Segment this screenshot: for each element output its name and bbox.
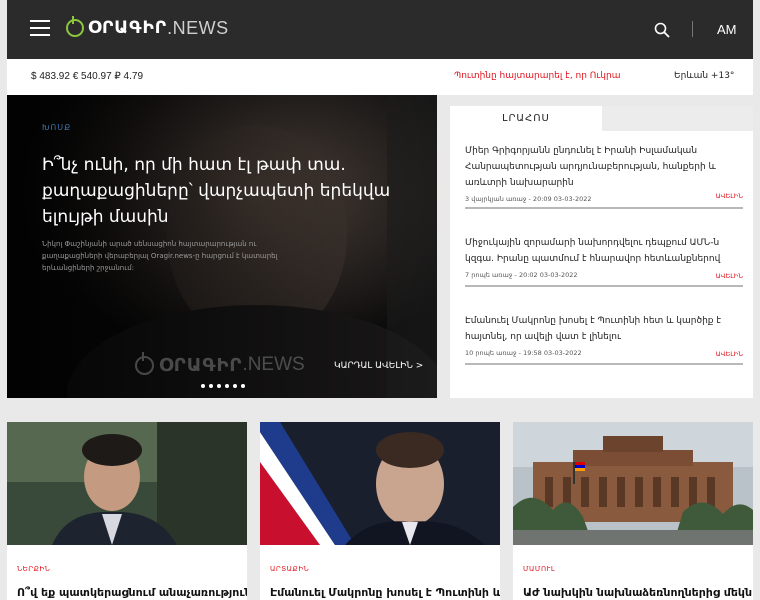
- read-more-link[interactable]: ԿԱՐԴԱԼ ԱՎԵԼԻՆ >: [334, 361, 423, 371]
- card-title[interactable]: Ո՞վ եք պատկերացնում անաչառությունը,: [17, 586, 247, 599]
- news-item-more[interactable]: ԱՎԵԼԻՆ: [716, 350, 743, 358]
- news-item-more[interactable]: ԱՎԵԼԻՆ: [716, 192, 743, 200]
- watermark-text: ՕՐԱԳԻՐ: [159, 354, 243, 376]
- card-image: [513, 422, 753, 545]
- card-image: [260, 422, 500, 545]
- tab-news-feed[interactable]: ԼՐԱՀՈՍ: [450, 106, 602, 131]
- card-image: [7, 422, 247, 545]
- item-divider: [465, 285, 743, 287]
- header-divider: [692, 21, 693, 37]
- hero-watermark: ՕՐԱԳԻՐ .NEWS: [135, 351, 305, 376]
- tab-bar-filler: [602, 106, 753, 131]
- weather: Երևան +13°: [674, 71, 735, 81]
- article-card[interactable]: ՆԵՐՔԻՆ Ո՞վ եք պատկերացնում անաչառություն…: [7, 422, 247, 600]
- exchange-rates: $ 483.92 € 540.97 ₽ 4.79: [31, 71, 144, 82]
- hero-slider[interactable]: ԽՈՍՔ Ի՞նչ ունի, որ մի հատ էլ թափ տա. քաղ…: [7, 95, 437, 398]
- list-item[interactable]: Էմանուել Մակրոնը խոսել է Պուտինի հետ և կ…: [465, 313, 743, 365]
- news-item-meta: 10 րոպե առաջ - 19:58 03-03-2022: [465, 349, 582, 357]
- news-item-meta: 3 վայրկյան առաջ - 20:09 03-03-2022: [465, 195, 592, 203]
- news-item-more[interactable]: ԱՎԵԼԻՆ: [716, 272, 743, 280]
- slider-dot[interactable]: [225, 384, 229, 388]
- article-card[interactable]: ՄԱՄՈՒԼ Աժ նախկին նախնաձեռնողներից մեկն: [513, 422, 753, 600]
- news-item-title[interactable]: Միջուկային զորամարի նախորդվելու դեպքում …: [465, 235, 743, 267]
- hero-category[interactable]: ԽՈՍՔ: [42, 123, 71, 132]
- news-feed-panel: ԼՐԱՀՈՍ Միեր Գրիգորյանն ընդունել է Իրանի …: [450, 106, 753, 398]
- card-category[interactable]: ՄԱՄՈՒԼ: [523, 565, 555, 573]
- slider-dot[interactable]: [233, 384, 237, 388]
- card-category[interactable]: ՆԵՐՔԻՆ: [17, 565, 50, 573]
- item-divider: [465, 363, 743, 365]
- top-bar: ՕՐԱԳԻՐ .NEWS AM: [7, 0, 753, 59]
- list-item[interactable]: Միեր Գրիգորյանն ընդունել է Իրանի Իսլամակ…: [465, 143, 743, 209]
- slider-dot[interactable]: [201, 384, 205, 388]
- site-logo[interactable]: ՕՐԱԳԻՐ .NEWS: [66, 15, 229, 41]
- power-logo-icon: [66, 16, 84, 37]
- card-category[interactable]: ԱՐՏԱՔԻՆ: [270, 565, 309, 573]
- news-item-title[interactable]: Էմանուել Մակրոնը խոսել է Պուտինի հետ և կ…: [465, 313, 743, 345]
- logo-suffix: .NEWS: [167, 17, 229, 38]
- hero-description: Նիկոլ Փաշինյանի արած սենսացիոն հայտարարո…: [42, 240, 278, 272]
- slider-dots: [201, 384, 245, 388]
- hero-title[interactable]: Ի՞նչ ունի, որ մի հատ էլ թափ տա. քաղաքացի…: [42, 152, 422, 230]
- menu-icon[interactable]: [30, 20, 50, 36]
- news-item-meta: 7 րոպե առաջ - 20:02 03-03-2022: [465, 271, 578, 279]
- slider-dot[interactable]: [209, 384, 213, 388]
- logo-text: ՕՐԱԳԻՐ: [88, 18, 168, 38]
- search-icon[interactable]: [654, 22, 670, 38]
- watermark-suffix: .NEWS: [242, 354, 305, 375]
- article-card[interactable]: ԱՐՏԱՔԻՆ Էմանուել Մակրոնը խոսել է Պուտինի…: [260, 422, 500, 600]
- info-ticker: $ 483.92 € 540.97 ₽ 4.79 Պուտինը հայտարա…: [7, 59, 753, 95]
- breaking-headline[interactable]: Պուտինը հայտարարել է, որ Ուկրա: [454, 71, 620, 81]
- language-switch[interactable]: AM: [717, 22, 737, 37]
- slider-dot[interactable]: [241, 384, 245, 388]
- watermark-power-icon: [135, 351, 154, 375]
- item-divider: [465, 207, 743, 209]
- card-title[interactable]: Էմանուել Մակրոնը խոսել է Պուտինի և: [270, 586, 500, 599]
- news-item-title[interactable]: Միեր Գրիգորյանն ընդունել է Իրանի Իսլամակ…: [465, 143, 743, 191]
- slider-dot[interactable]: [217, 384, 221, 388]
- list-item[interactable]: Միջուկային զորամարի նախորդվելու դեպքում …: [465, 235, 743, 287]
- card-title[interactable]: Աժ նախկին նախնաձեռնողներից մեկն: [523, 586, 752, 599]
